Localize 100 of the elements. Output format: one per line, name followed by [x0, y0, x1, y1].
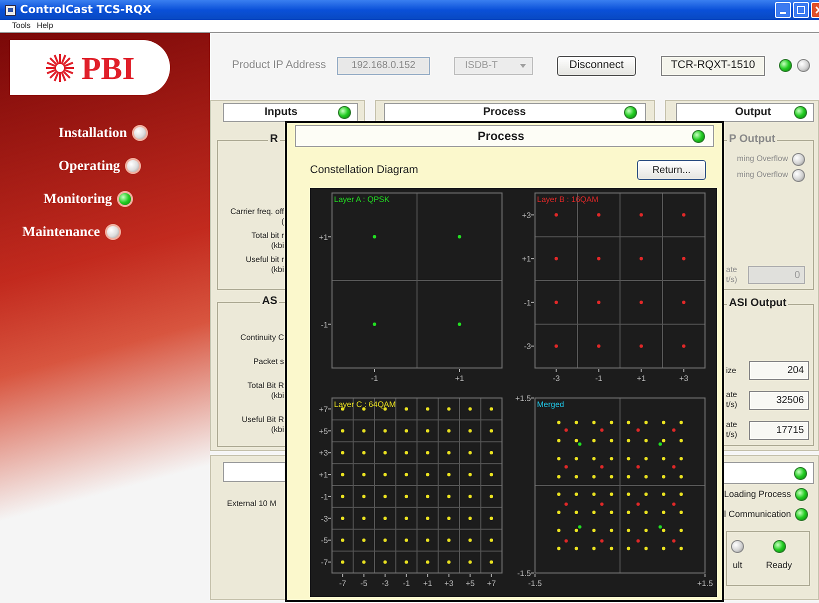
y-tick: -3 [320, 514, 332, 523]
y-tick: +1 [318, 232, 332, 242]
panel-title: Output [735, 105, 772, 120]
status-label: Loading Process [724, 488, 791, 501]
x-tick: -1 [595, 368, 602, 383]
y-tick: -1 [524, 298, 534, 308]
chart-title: Merged [537, 400, 564, 408]
x-tick-label: +3 [679, 374, 689, 383]
x-tick: -1 [370, 368, 378, 383]
x-tick-label: +1.5 [697, 578, 714, 588]
x-tick: +1.5 [697, 573, 713, 588]
y-tick-label: -5 [320, 536, 329, 545]
field-label: (kbi [270, 425, 284, 435]
y-tick-label: +3 [522, 210, 532, 220]
x-tick-label: +1 [454, 374, 465, 383]
y-tick: -1.5 [517, 568, 534, 578]
y-tick-label: +7 [318, 404, 329, 414]
y-tick: +1.5 [515, 394, 534, 402]
x-tick: -7 [339, 573, 346, 588]
chart-title: Layer C : 64QAM [334, 400, 396, 408]
y-tick-label: -1 [320, 320, 329, 330]
field-label: Carrier freq. off [229, 207, 284, 217]
status-label: Ready [766, 559, 792, 572]
x-tick: +1 [423, 573, 432, 588]
field-label: Useful Bit R [240, 415, 284, 425]
y-tick-label: +1 [318, 232, 329, 242]
x-tick-label: -1 [595, 374, 603, 383]
y-tick: +3 [522, 210, 534, 220]
x-tick-label: -1 [402, 578, 410, 588]
field-label: t/s) [726, 430, 738, 440]
ip-label: Product IP Address [232, 58, 327, 74]
field-label: ize [726, 366, 738, 376]
y-tick-label: +5 [318, 426, 329, 436]
x-tick-label: -3 [382, 578, 390, 588]
x-tick-label: +7 [486, 578, 496, 588]
field-label: t/s) [726, 275, 738, 285]
field-label: t/s) [726, 400, 738, 410]
y-tick: -1 [320, 320, 332, 330]
dialog-subtitle: Constellation Diagram [310, 162, 418, 178]
y-tick-label: -1 [524, 298, 532, 308]
chart-title: Layer A : QPSK [334, 195, 390, 204]
group-title: ASI Output [727, 297, 788, 310]
y-tick: -1 [320, 492, 332, 501]
x-tick-label: +1 [636, 374, 646, 383]
y-tick: -5 [320, 536, 332, 545]
y-tick-label: +3 [318, 448, 329, 458]
status-label: ult [732, 559, 742, 572]
y-tick: -7 [320, 558, 332, 567]
y-tick: +1 [318, 470, 332, 480]
status-label: l Communication [724, 508, 791, 520]
panel-title: Inputs [264, 105, 298, 120]
window-title: ControlCast TCS-RQX [20, 2, 152, 18]
field-label: Continuity C [239, 333, 284, 343]
x-tick: -3 [552, 368, 560, 383]
field-label: ate [726, 420, 738, 430]
y-tick-label: -7 [320, 558, 329, 567]
x-tick: -5 [360, 573, 368, 588]
y-tick-label: -3 [524, 342, 532, 352]
field-label: (kbi [270, 391, 284, 401]
field-label: (kbi [270, 265, 284, 275]
y-tick: +1 [522, 254, 534, 264]
y-tick: -3 [524, 342, 534, 352]
y-tick: +3 [318, 448, 332, 458]
x-tick: +3 [679, 368, 688, 383]
group-title: P Output [727, 133, 778, 146]
y-tick-label: +1 [522, 254, 532, 264]
field-label: Useful bit r [244, 255, 284, 265]
field-label: ate [726, 390, 738, 400]
field-label: Total Bit R [246, 381, 284, 391]
field-label: Packet s [252, 357, 284, 367]
field-label: ate [726, 265, 738, 275]
x-tick: +1 [636, 368, 646, 383]
field-label: (kbi [270, 241, 284, 251]
chart-title: Layer B : 16QAM [537, 195, 598, 204]
x-tick: -1 [402, 573, 410, 588]
y-tick-label: -1 [320, 492, 329, 501]
x-tick-label: +1 [423, 578, 433, 588]
x-tick-label: +5 [466, 578, 476, 588]
x-tick-label: -5 [360, 578, 368, 588]
x-tick-label: -3 [552, 374, 560, 383]
field-label: ( [280, 217, 284, 227]
field-label: ming Overflow [736, 153, 788, 165]
device-field: TCR-RQXT-1510 [661, 56, 765, 76]
dialog-title: Process [476, 128, 526, 145]
x-tick: +7 [486, 573, 496, 588]
y-tick: +7 [318, 404, 332, 414]
field-label: ming Overflow [736, 169, 788, 181]
x-tick: +5 [466, 573, 475, 588]
logo-text: PBI [81, 50, 135, 84]
x-tick-label: -1 [370, 374, 379, 383]
field-label: Total bit r [250, 231, 284, 241]
y-tick-label: -3 [320, 514, 329, 523]
x-tick-label: +3 [444, 578, 454, 588]
field-label: External 10 M [227, 498, 278, 510]
x-tick: -3 [382, 573, 389, 588]
x-tick: +1 [454, 368, 464, 383]
panel-title: Process [482, 105, 527, 120]
x-tick: +3 [444, 573, 454, 588]
x-tick-label: -7 [339, 578, 347, 588]
y-tick: +5 [318, 426, 332, 436]
